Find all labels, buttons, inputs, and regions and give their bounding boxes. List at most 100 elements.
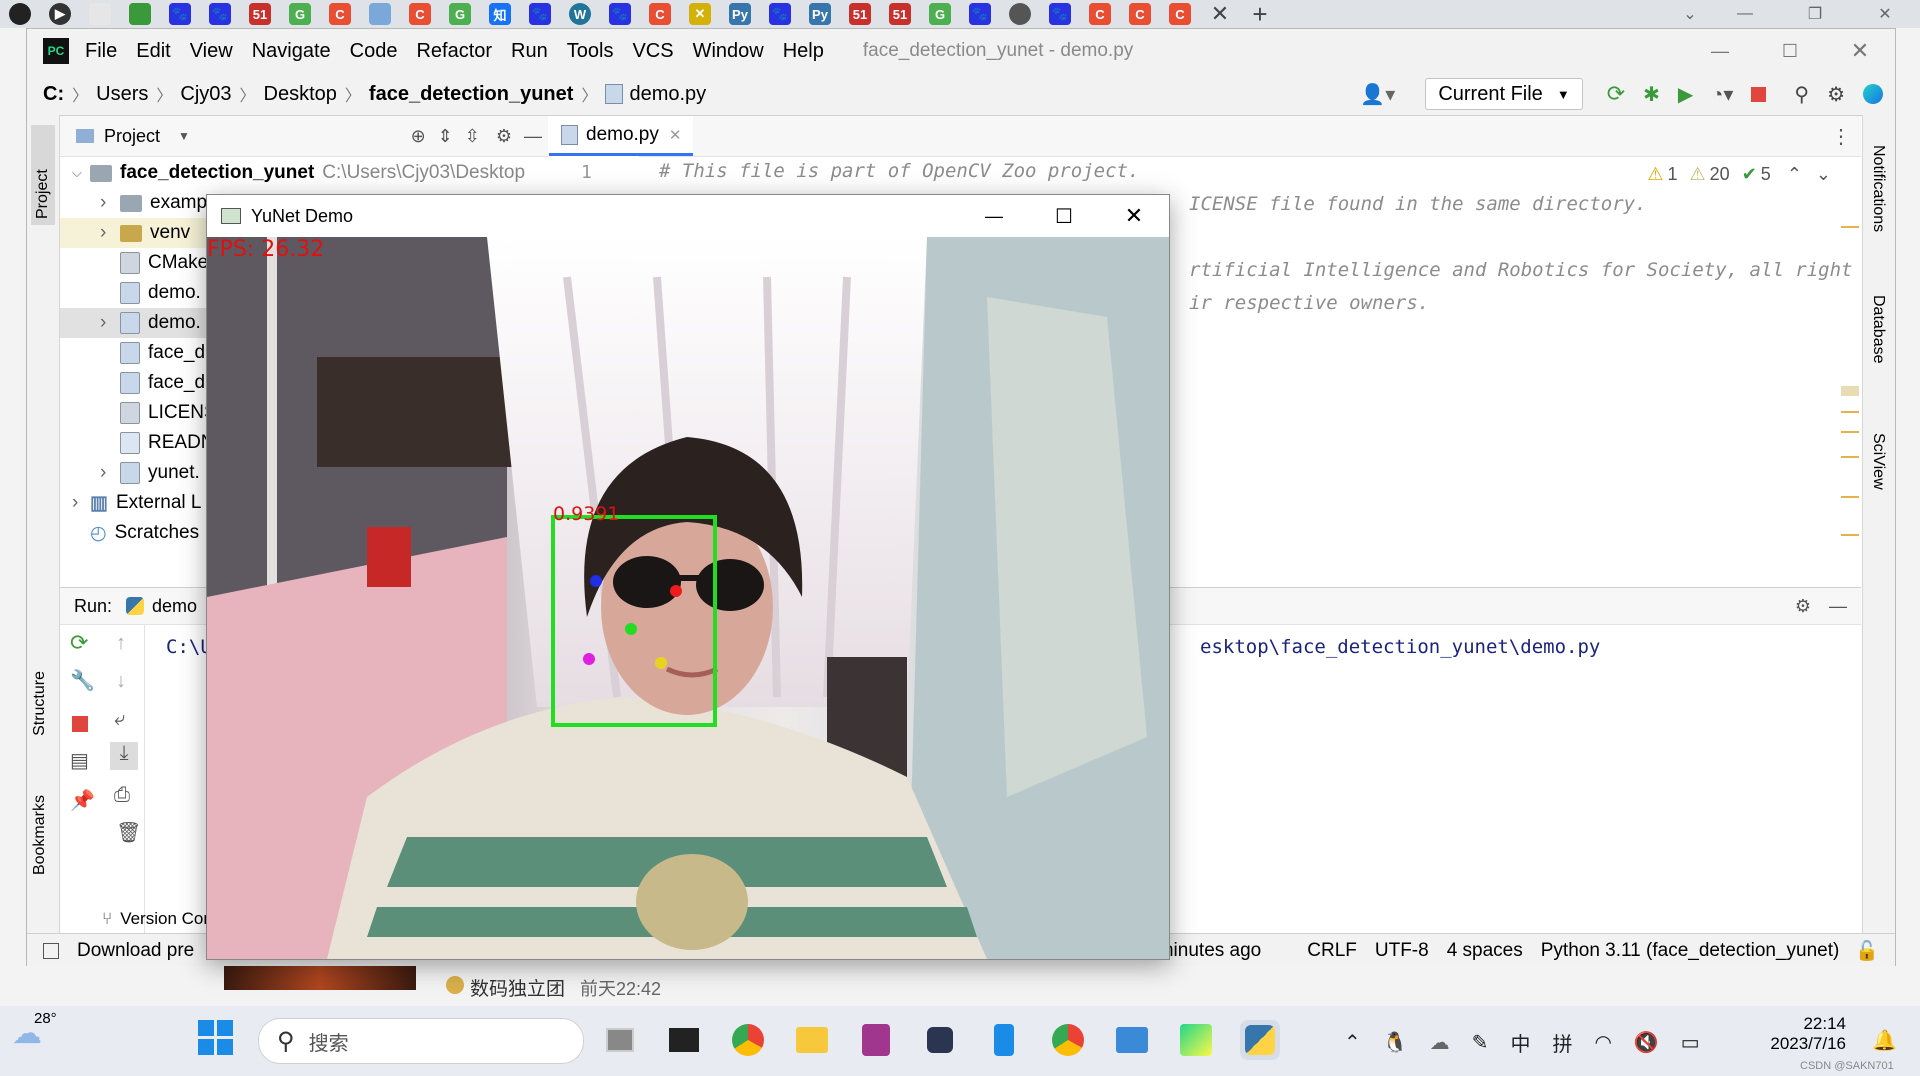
tree-root[interactable]: ⌵ face_detection_yunet C:\Users\Cjy03\De… xyxy=(60,158,548,188)
clock[interactable]: 22:14 2023/7/16 xyxy=(1766,1014,1846,1054)
settings-icon[interactable]: ⚙ xyxy=(1827,82,1845,107)
baidu-icon[interactable]: 🐾 xyxy=(520,0,560,28)
notifications-tool-tab[interactable]: Notifications xyxy=(1869,145,1887,232)
print-icon[interactable]: ⎙ xyxy=(114,784,130,807)
python-icon[interactable]: Py xyxy=(720,0,760,28)
code-lines-visible[interactable]: ICENSE file found in the same directory.… xyxy=(1189,193,1852,325)
restore-icon[interactable]: ❐ xyxy=(1780,0,1850,28)
status-message[interactable]: Download pre xyxy=(77,940,194,962)
minimize-icon[interactable]: — xyxy=(1710,0,1780,28)
onedrive-icon[interactable]: ☁ xyxy=(1430,1030,1450,1055)
rerun-icon[interactable]: ⟳ xyxy=(1607,81,1625,107)
bookmarks-tool-tab[interactable]: Bookmarks xyxy=(31,795,49,875)
pin-icon[interactable]: 📌 xyxy=(70,788,95,813)
up-arrow-icon[interactable]: ↑ xyxy=(116,632,126,655)
file-encoding[interactable]: UTF-8 xyxy=(1375,940,1429,962)
more-icon[interactable]: ⋮ xyxy=(1831,124,1851,149)
baidu-icon[interactable]: 🐾 xyxy=(1040,0,1080,28)
run-config-select[interactable]: Current File ▼ xyxy=(1425,78,1583,110)
ime-language[interactable]: 中 xyxy=(1510,1028,1530,1057)
browser-tab[interactable]: 51 xyxy=(840,0,880,28)
minimize-button[interactable]: — xyxy=(1685,41,1755,62)
qq-icon[interactable]: 🐧 xyxy=(1383,1030,1408,1055)
menu-view[interactable]: View xyxy=(190,40,233,63)
hide-icon[interactable]: — xyxy=(1829,596,1847,617)
breadcrumb-item[interactable]: Desktop xyxy=(264,83,337,106)
pen-icon[interactable]: ✎ xyxy=(1472,1030,1489,1055)
wrench-icon[interactable]: 🔧 xyxy=(70,668,95,693)
zhihu-icon[interactable]: 知 xyxy=(480,0,520,28)
browser-tab[interactable] xyxy=(360,0,400,28)
python-interpreter[interactable]: Python 3.11 (face_detection_yunet) xyxy=(1541,940,1840,962)
browser-tab[interactable]: G xyxy=(280,0,320,28)
breadcrumb-item[interactable]: face_detection_yunet xyxy=(369,83,574,106)
menu-run[interactable]: Run xyxy=(511,40,548,63)
soft-wrap-icon[interactable]: ⤶ xyxy=(114,708,125,731)
pdf-icon[interactable] xyxy=(856,1020,896,1060)
python-icon[interactable] xyxy=(1240,1020,1280,1060)
menu-vcs[interactable]: VCS xyxy=(632,40,673,63)
maximize-button[interactable]: ☐ xyxy=(1029,204,1099,229)
baidu-icon[interactable]: 🐾 xyxy=(160,0,200,28)
close-button[interactable]: ✕ xyxy=(1099,203,1169,229)
terminal-icon[interactable] xyxy=(664,1020,704,1060)
search-box[interactable]: ⚲ 搜索 xyxy=(258,1018,584,1064)
browser-tab[interactable]: ▶ xyxy=(40,0,80,28)
profile-icon[interactable]: ◔▾ xyxy=(1711,82,1733,107)
task-view-icon[interactable] xyxy=(600,1020,640,1060)
baidu-icon[interactable]: 🐾 xyxy=(200,0,240,28)
menu-file[interactable]: File xyxy=(85,40,117,63)
maximize-button[interactable]: ☐ xyxy=(1755,41,1825,62)
panel-toggle-icon[interactable] xyxy=(43,943,59,959)
search-icon[interactable]: ⚲ xyxy=(1794,82,1809,107)
code-lines[interactable]: # This file is part of OpenCV Zoo projec… xyxy=(659,160,1139,193)
run-output[interactable]: C:\U xyxy=(166,636,212,658)
chrome-icon[interactable] xyxy=(728,1020,768,1060)
expand-all-icon[interactable]: ⇕ xyxy=(438,126,453,147)
phone-link-icon[interactable] xyxy=(984,1020,1024,1060)
browser-tab[interactable] xyxy=(80,0,120,28)
python-icon[interactable]: Py xyxy=(800,0,840,28)
user-icon[interactable]: 👤▾ xyxy=(1360,82,1395,107)
chevron-up-icon[interactable]: ⌃ xyxy=(1787,164,1802,185)
remote-desktop-icon[interactable] xyxy=(1112,1020,1152,1060)
csdn-icon[interactable]: C xyxy=(400,0,440,28)
collapse-all-icon[interactable]: ⇳ xyxy=(465,126,480,147)
menu-refactor[interactable]: Refactor xyxy=(416,40,492,63)
breadcrumb-item[interactable]: Users xyxy=(96,83,148,106)
csdn-icon[interactable]: C xyxy=(320,0,360,28)
locate-icon[interactable]: ⊕ xyxy=(411,126,426,147)
chevron-down-icon[interactable]: ⌄ xyxy=(1816,164,1831,185)
gear-icon[interactable]: ⚙ xyxy=(496,126,512,147)
menu-tools[interactable]: Tools xyxy=(567,40,614,63)
menu-window[interactable]: Window xyxy=(693,40,764,63)
csdn-icon[interactable]: C xyxy=(1120,0,1160,28)
csdn-icon[interactable]: C xyxy=(1080,0,1120,28)
chrome-icon[interactable] xyxy=(1048,1020,1088,1060)
close-tab-icon[interactable]: ✕ xyxy=(1200,0,1240,28)
menu-help[interactable]: Help xyxy=(783,40,824,63)
close-icon[interactable]: ✕ xyxy=(669,126,682,144)
jetbrains-ai-icon[interactable] xyxy=(1863,84,1883,104)
lock-icon[interactable]: 🔓 xyxy=(1855,939,1879,963)
csdn-icon[interactable]: C xyxy=(640,0,680,28)
project-tool-tab[interactable]: Project xyxy=(31,125,55,225)
notification-bell-icon[interactable]: 🔔 xyxy=(1872,1028,1897,1053)
browser-tab[interactable]: ✕ xyxy=(680,0,720,28)
hide-icon[interactable]: — xyxy=(524,126,542,147)
wifi-icon[interactable]: ◠ xyxy=(1594,1030,1611,1055)
volume-icon[interactable]: 🔇 xyxy=(1634,1030,1659,1055)
menu-code[interactable]: Code xyxy=(350,40,398,63)
scroll-to-end-icon[interactable]: ⤓ xyxy=(110,742,138,770)
breadcrumb-item[interactable]: Cjy03 xyxy=(180,83,231,106)
stop-icon[interactable] xyxy=(1751,86,1767,102)
coverage-icon[interactable]: ▶ xyxy=(1678,82,1693,107)
file-explorer-icon[interactable] xyxy=(792,1020,832,1060)
editor-scrollbar[interactable] xyxy=(1837,156,1861,586)
layout-icon[interactable]: ▤ xyxy=(70,748,89,773)
browser-tab[interactable]: 51 xyxy=(880,0,920,28)
browser-tab[interactable]: G xyxy=(440,0,480,28)
csdn-icon[interactable]: C xyxy=(1160,0,1200,28)
cat-app-icon[interactable] xyxy=(920,1020,960,1060)
github-icon[interactable] xyxy=(0,0,40,28)
